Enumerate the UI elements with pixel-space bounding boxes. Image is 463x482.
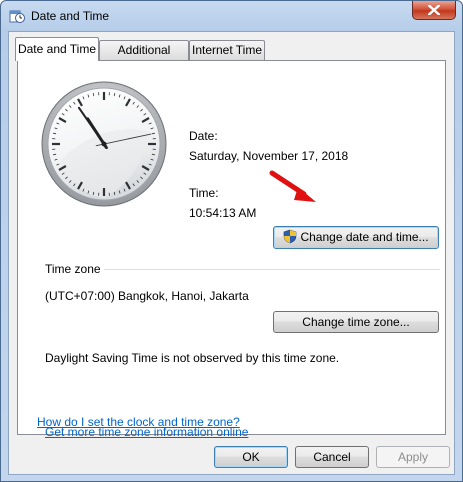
cancel-button[interactable]: Cancel [295,446,369,468]
change-date-and-time-button[interactable]: Change date and time... [273,226,439,249]
close-button[interactable] [412,1,456,20]
ok-button[interactable]: OK [214,446,288,468]
close-icon [428,5,440,15]
window-title: Date and Time [31,9,110,23]
date-value: Saturday, November 17, 2018 [189,149,349,163]
how-to-set-clock-link[interactable]: How do I set the clock and time zone? [37,415,240,429]
apply-button[interactable]: Apply [376,446,450,468]
title-bar[interactable]: Date and Time [1,1,462,31]
uac-shield-icon [284,229,297,244]
time-zone-value: (UTC+07:00) Bangkok, Hanoi, Jakarta [45,289,249,303]
tab-internet-time[interactable]: Internet Time [189,40,265,60]
time-value: 10:54:13 AM [189,206,257,220]
dst-note: Daylight Saving Time is not observed by … [45,351,340,365]
tab-additional-clocks[interactable]: Additional Clocks [99,40,189,76]
time-label: Time: [189,186,219,200]
date-label: Date: [189,129,218,143]
date-and-time-dialog: Date and Time Date and Time Additional C… [0,0,463,482]
tab-date-and-time[interactable]: Date and Time [15,37,99,61]
time-zone-section-label: Time zone [45,262,101,276]
change-date-and-time-label: Change date and time... [300,230,429,244]
time-zone-divider [104,269,440,270]
red-arrow-icon [269,170,316,202]
clock-center-pin [101,141,107,147]
analog-clock [41,81,167,207]
change-time-zone-button[interactable]: Change time zone... [273,311,439,333]
clock-calendar-icon [9,8,25,24]
dialog-client-area: Date and Time Additional Clocks Internet… [8,31,455,475]
tab-panel-date-and-time: Date: Saturday, November 17, 2018 Time: … [17,60,446,439]
